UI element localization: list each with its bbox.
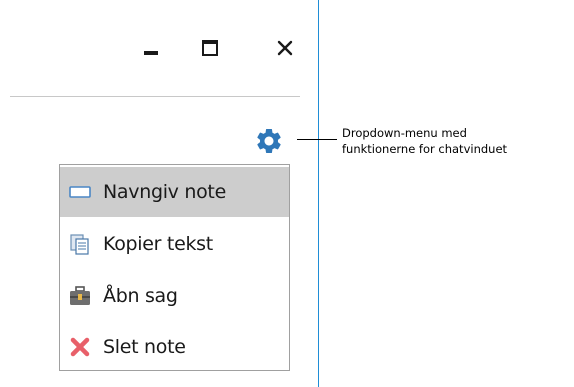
header-divider <box>10 96 300 97</box>
callout-leader-line <box>297 139 337 140</box>
menu-item-label: Kopier tekst <box>103 233 213 255</box>
briefcase-icon <box>68 284 92 308</box>
menu-item-copy-text[interactable]: Kopier tekst <box>60 219 289 269</box>
callout-line-1: Dropdown-menu med <box>342 126 467 140</box>
menu-item-open-case[interactable]: Åbn sag <box>60 271 289 321</box>
maximize-button[interactable] <box>193 33 227 63</box>
minimize-button[interactable] <box>134 33 168 63</box>
close-button[interactable] <box>268 33 302 63</box>
copy-icon <box>68 232 92 256</box>
menu-item-label: Åbn sag <box>103 285 178 307</box>
menu-item-rename-note[interactable]: Navngiv note <box>60 167 289 217</box>
close-icon <box>277 40 293 56</box>
maximize-icon <box>202 40 218 56</box>
dropdown-menu: Navngiv note Kopier tekst Åbn sag Slet n… <box>59 164 290 371</box>
menu-item-label: Slet note <box>103 336 186 358</box>
chat-window: Navngiv note Kopier tekst Åbn sag Slet n… <box>0 0 319 387</box>
gear-icon <box>257 129 281 153</box>
delete-icon <box>68 335 92 359</box>
settings-button[interactable] <box>253 125 285 157</box>
callout-line-2: funktionerne for chatvinduet <box>342 142 508 156</box>
menu-item-label: Navngiv note <box>103 181 226 203</box>
menu-item-delete-note[interactable]: Slet note <box>60 322 289 372</box>
rename-icon <box>68 180 92 204</box>
callout-annotation: Dropdown-menu med funktionerne for chatv… <box>342 125 507 157</box>
minimize-icon <box>144 51 158 55</box>
